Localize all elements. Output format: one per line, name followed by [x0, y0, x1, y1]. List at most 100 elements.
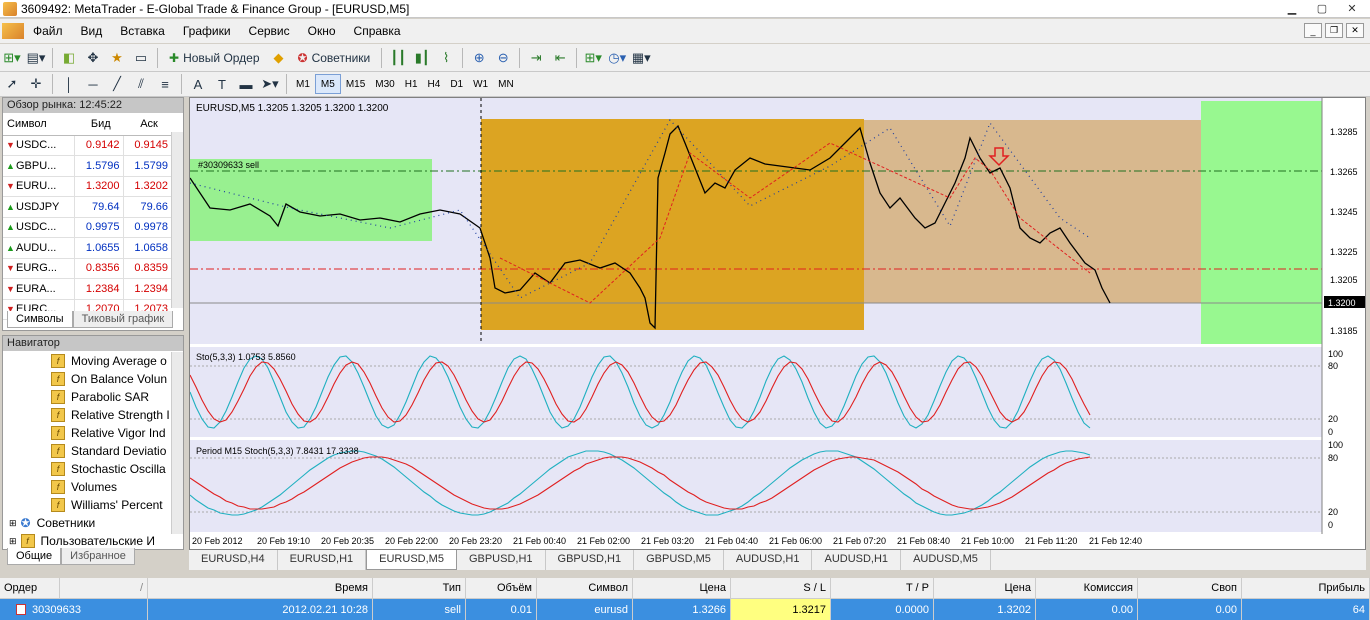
col-price[interactable]: Цена — [633, 578, 731, 598]
col-bid[interactable]: Бид — [74, 113, 124, 136]
chart-tab[interactable]: GBPUSD,M5 — [634, 550, 724, 570]
market-watch-row[interactable]: ▼EURG... 0.8356 0.8359 — [3, 258, 171, 279]
arrows-icon[interactable]: ➤▾ — [259, 73, 281, 95]
market-watch-row[interactable]: ▼USDC... 0.9142 0.9145 — [3, 135, 171, 156]
col-sort[interactable]: / — [60, 578, 148, 598]
candlestick-icon[interactable]: ▮┃ — [411, 47, 433, 69]
indicator-item[interactable]: f Moving Average o — [51, 352, 169, 370]
col-ask[interactable]: Аск — [123, 113, 171, 136]
chart-tab[interactable]: AUDUSD,M5 — [901, 550, 991, 570]
order-row[interactable]: 30309633 2012.02.21 10:28 sell 0.01 euru… — [0, 599, 1370, 620]
indicator-item[interactable]: f Stochastic Oscilla — [51, 460, 169, 478]
indicator-item[interactable]: f Williams' Percent — [51, 496, 169, 514]
chart-tab[interactable]: EURUSD,M5 — [366, 550, 457, 570]
trendline-icon[interactable]: ╱ — [106, 73, 128, 95]
timeframe-h4[interactable]: H4 — [423, 74, 446, 94]
timeframe-m5[interactable]: M5 — [314, 74, 341, 94]
new-chart-icon[interactable]: ⊞▾ — [1, 47, 23, 69]
line-chart-icon[interactable]: ⌇ — [435, 47, 457, 69]
indicator-item[interactable]: f Standard Deviatio — [51, 442, 169, 460]
col-symbol[interactable]: Символ — [3, 113, 75, 136]
text-label-icon[interactable]: T — [211, 73, 233, 95]
navigator-icon[interactable]: ★ — [106, 47, 128, 69]
market-watch-row[interactable]: ▲AUDU... 1.0655 1.0658 — [3, 237, 171, 259]
chart-tab[interactable]: GBPUSD,H1 — [457, 550, 546, 570]
market-watch-icon[interactable]: ◧ — [58, 47, 80, 69]
vertical-line-icon[interactable]: │ — [58, 73, 80, 95]
terminal-icon[interactable]: ▭ — [130, 47, 152, 69]
minimize-icon[interactable]: ▁ — [1278, 0, 1306, 16]
tab-favorites[interactable]: Избранное — [61, 548, 135, 565]
chart-tab[interactable]: AUDUSD,H1 — [724, 550, 813, 570]
timeframe-m15[interactable]: M15 — [341, 74, 370, 94]
periods-icon[interactable]: ◷▾ — [606, 47, 628, 69]
price-chart[interactable]: EURUSD,M5 1.3205 1.3205 1.3200 1.3200 #3… — [190, 98, 1365, 549]
col-type[interactable]: Тип — [373, 578, 466, 598]
tab-symbols[interactable]: Символы — [7, 311, 73, 328]
data-window-icon[interactable]: ✥ — [82, 47, 104, 69]
menu-file[interactable]: Файл — [24, 24, 72, 38]
menu-tools[interactable]: Сервис — [240, 24, 299, 38]
chart-window[interactable]: EURUSD,M5 1.3205 1.3205 1.3200 1.3200 #3… — [189, 97, 1366, 550]
folder-experts[interactable]: ⊞ ✪ Советники — [9, 514, 169, 532]
timeframe-h1[interactable]: H1 — [400, 74, 423, 94]
document-icon[interactable] — [2, 23, 24, 39]
indicators-icon[interactable]: ⊞▾ — [582, 47, 604, 69]
col-time[interactable]: Время — [148, 578, 373, 598]
experts-button[interactable]: ✪ Советники — [292, 47, 377, 69]
market-watch-row[interactable]: ▼EURA... 1.2384 1.2394 — [3, 278, 171, 300]
col-symbol[interactable]: Символ — [537, 578, 633, 598]
mdi-minimize-icon[interactable]: _ — [1304, 23, 1322, 38]
col-swap[interactable]: Своп — [1138, 578, 1242, 598]
templates-icon[interactable]: ▦▾ — [630, 47, 652, 69]
profiles-icon[interactable]: ▤▾ — [25, 47, 47, 69]
col-order[interactable]: Ордер — [0, 578, 60, 598]
chart-tab[interactable]: GBPUSD,H1 — [546, 550, 635, 570]
crosshair-icon[interactable]: ✛ — [25, 73, 47, 95]
market-watch-row[interactable]: ▲USDJPY 79.64 79.66 — [3, 196, 171, 218]
indicator-item[interactable]: f Volumes — [51, 478, 169, 496]
col-sl[interactable]: S / L — [731, 578, 831, 598]
market-watch-row[interactable]: ▲USDC... 0.9975 0.9978 — [3, 217, 171, 238]
horizontal-line-icon[interactable]: ─ — [82, 73, 104, 95]
mdi-restore-icon[interactable]: ❐ — [1325, 23, 1343, 38]
col-commission[interactable]: Комиссия — [1036, 578, 1138, 598]
col-tp[interactable]: T / P — [831, 578, 934, 598]
market-watch-scrollbar[interactable] — [171, 132, 183, 308]
chart-tab[interactable]: EURUSD,H4 — [189, 550, 278, 570]
timeframe-m1[interactable]: M1 — [291, 74, 315, 94]
chart-tab[interactable]: AUDUSD,H1 — [812, 550, 902, 570]
text-icon[interactable]: A — [187, 73, 209, 95]
menu-charts[interactable]: Графики — [174, 24, 240, 38]
timeframe-d1[interactable]: D1 — [445, 74, 468, 94]
new-order-button[interactable]: ✚ Новый Ордер — [163, 47, 266, 69]
indicator-item[interactable]: f Parabolic SAR — [51, 388, 169, 406]
menu-insert[interactable]: Вставка — [111, 24, 174, 38]
market-watch-row[interactable]: ▼EURU... 1.3200 1.3202 — [3, 176, 171, 197]
navigator-scrollbar[interactable] — [171, 352, 183, 534]
chart-shift-icon[interactable]: ⇤ — [549, 47, 571, 69]
cursor-icon[interactable]: ➚ — [1, 73, 23, 95]
order-label[interactable]: #30309633 sell — [198, 160, 259, 170]
indicator-item[interactable]: f Relative Vigor Ind — [51, 424, 169, 442]
col-profit[interactable]: Прибыль — [1242, 578, 1370, 598]
maximize-icon[interactable]: ▢ — [1308, 0, 1336, 16]
col-current-price[interactable]: Цена — [934, 578, 1036, 598]
menu-help[interactable]: Справка — [345, 24, 410, 38]
bar-chart-icon[interactable]: ┃┃ — [387, 47, 409, 69]
market-watch-row[interactable]: ▲GBPU... 1.5796 1.5799 — [3, 155, 171, 177]
zoom-out-icon[interactable]: ⊖ — [492, 47, 514, 69]
mdi-close-icon[interactable]: ✕ — [1346, 23, 1364, 38]
indicator-item[interactable]: f On Balance Volun — [51, 370, 169, 388]
indicator-item[interactable]: f Relative Strength I — [51, 406, 169, 424]
autoscroll-icon[interactable]: ⇥ — [525, 47, 547, 69]
tab-tick-chart[interactable]: Тиковый график — [72, 311, 174, 328]
menu-view[interactable]: Вид — [72, 24, 112, 38]
close-icon[interactable]: ✕ — [1338, 0, 1366, 16]
timeframe-m30[interactable]: M30 — [370, 74, 399, 94]
zoom-in-icon[interactable]: ⊕ — [468, 47, 490, 69]
timeframe-w1[interactable]: W1 — [468, 74, 493, 94]
shapes-icon[interactable]: ▬ — [235, 73, 257, 95]
fibonacci-icon[interactable]: ≡ — [154, 73, 176, 95]
menu-window[interactable]: Окно — [299, 24, 345, 38]
